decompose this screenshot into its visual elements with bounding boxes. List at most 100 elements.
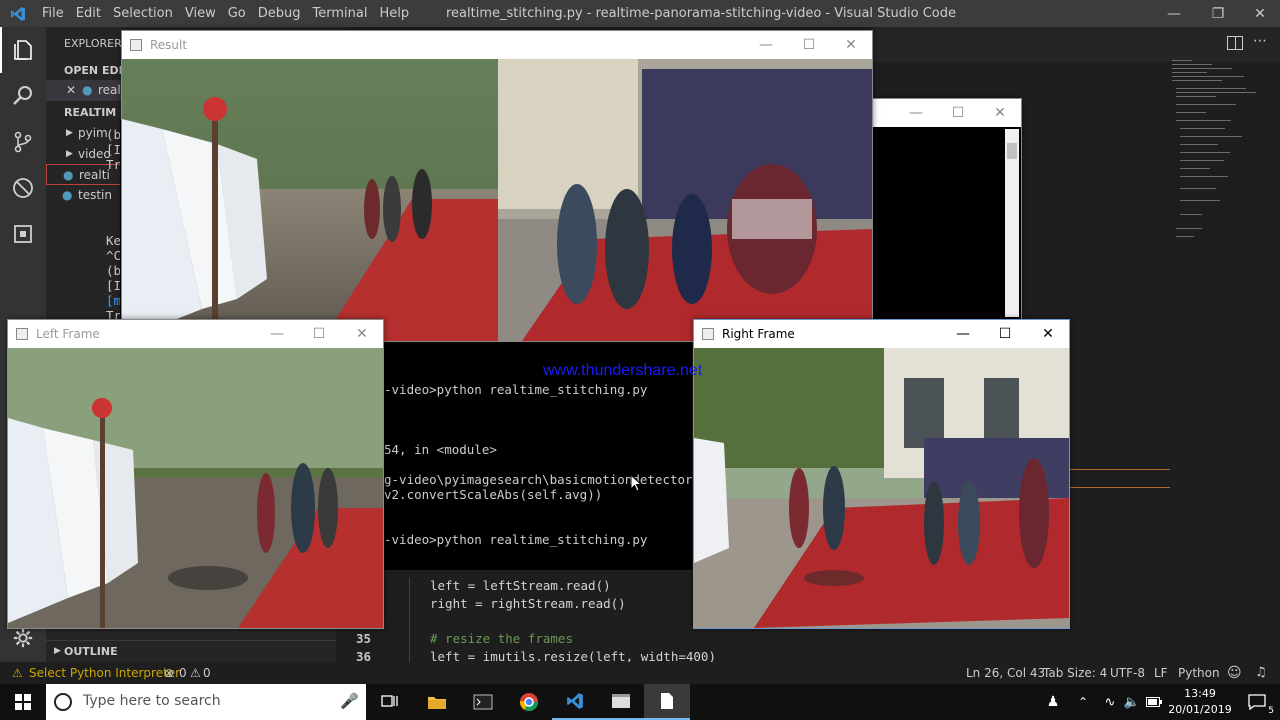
left-close-button[interactable]: ✕ bbox=[351, 324, 373, 344]
warning-triangle-icon: ⚠ bbox=[12, 666, 23, 680]
right-frame-title-bar[interactable]: Right Frame — ☐ ✕ bbox=[694, 320, 1069, 348]
opencv-window-icon[interactable] bbox=[644, 684, 690, 720]
chrome-icon[interactable] bbox=[506, 684, 552, 720]
chevron-right-icon: ▶ bbox=[54, 646, 61, 656]
microphone-icon[interactable]: 🎤 bbox=[340, 692, 359, 710]
taskbar-clock[interactable]: 13:49 20/01/2019 bbox=[1168, 686, 1232, 718]
language-mode[interactable]: Python bbox=[1178, 662, 1220, 684]
warning-icon[interactable]: ⚠ bbox=[190, 662, 201, 684]
maximize-button[interactable]: ❐ bbox=[1196, 0, 1240, 27]
outline-section[interactable]: ▶ OUTLINE bbox=[46, 640, 346, 661]
line-ending[interactable]: LF bbox=[1154, 662, 1168, 684]
menu-selection[interactable]: Selection bbox=[107, 0, 179, 27]
cmd-window[interactable]: — ☐ ✕ bbox=[860, 98, 1022, 320]
windows-start-icon[interactable] bbox=[0, 684, 46, 720]
split-editor-icon[interactable] bbox=[1227, 36, 1243, 50]
right-camera-image bbox=[694, 348, 1069, 628]
taskbar-search-box[interactable]: Type here to search 🎤 bbox=[46, 684, 366, 720]
left-frame-title-bar[interactable]: Left Frame — ☐ ✕ bbox=[8, 320, 383, 348]
python-file-icon: ● bbox=[63, 168, 74, 182]
left-frame-image bbox=[8, 348, 383, 628]
terminal-line: g-video\pyimagesearch\basicmotiondetecto… bbox=[384, 472, 692, 487]
menu-terminal[interactable]: Terminal bbox=[307, 0, 374, 27]
feedback-smiley-icon[interactable]: ☺ bbox=[1227, 662, 1242, 684]
chevron-right-icon: ▶ bbox=[66, 149, 73, 159]
window-title: realtime_stitching.py - realtime-panoram… bbox=[446, 6, 956, 21]
source-control-icon[interactable] bbox=[0, 119, 46, 165]
terminal-line: -video>python realtime_stitching.py bbox=[384, 382, 648, 397]
result-title-bar[interactable]: Result — ☐ ✕ bbox=[122, 31, 872, 59]
debug-icon[interactable] bbox=[0, 165, 46, 211]
right-frame-window[interactable]: Right Frame — ☐ ✕ bbox=[693, 319, 1070, 629]
left-minimize-button[interactable]: — bbox=[266, 324, 288, 344]
select-interpreter-button[interactable]: Select Python Interpreter bbox=[29, 662, 180, 684]
clock-time: 13:49 bbox=[1184, 687, 1216, 700]
close-editor-icon[interactable]: ✕ bbox=[66, 80, 76, 101]
cmd-title-bar: — ☐ ✕ bbox=[861, 99, 1021, 127]
mouse-cursor-icon bbox=[630, 473, 643, 496]
result-maximize-button[interactable]: ☐ bbox=[798, 35, 820, 55]
menu-edit[interactable]: Edit bbox=[70, 0, 107, 27]
file-explorer-icon[interactable] bbox=[414, 684, 460, 720]
cmd-scrollbar[interactable] bbox=[1005, 129, 1019, 317]
editor-decoration-line bbox=[1070, 487, 1170, 488]
cursor-position[interactable]: Ln 26, Col 43 bbox=[966, 662, 1045, 684]
cmd-maximize-button[interactable]: ☐ bbox=[947, 103, 969, 123]
cmd-minimize-button[interactable]: — bbox=[905, 103, 927, 123]
result-close-button[interactable]: ✕ bbox=[840, 35, 862, 55]
minimap[interactable] bbox=[1170, 58, 1260, 258]
indent-guide bbox=[409, 578, 410, 662]
python-file-icon: ● bbox=[82, 83, 93, 97]
left-frame-window[interactable]: Left Frame — ☐ ✕ bbox=[7, 319, 384, 629]
extensions-icon[interactable] bbox=[0, 211, 46, 257]
terminal-window-icon[interactable] bbox=[598, 684, 644, 720]
right-maximize-button[interactable]: ☐ bbox=[994, 324, 1016, 344]
task-view-icon[interactable] bbox=[367, 684, 413, 720]
watermark-text: www.thundershare.net bbox=[543, 362, 703, 379]
result-window[interactable]: Result — ☐ ✕ bbox=[121, 30, 873, 342]
minimize-button[interactable]: — bbox=[1152, 0, 1196, 27]
show-hidden-icons-chevron-icon[interactable]: ⌃ bbox=[1068, 684, 1098, 720]
command-prompt-icon[interactable] bbox=[460, 684, 506, 720]
menu-file[interactable]: File bbox=[36, 0, 70, 27]
menu-view[interactable]: View bbox=[179, 0, 222, 27]
tree-item-label: testin bbox=[78, 188, 112, 202]
title-bar: File Edit Selection View Go Debug Termin… bbox=[0, 0, 1280, 27]
editor-tab-strip: ⋯ bbox=[873, 27, 1280, 62]
chevron-right-icon: ▶ bbox=[66, 128, 73, 138]
menu-debug[interactable]: Debug bbox=[252, 0, 307, 27]
editor-decoration-line bbox=[1070, 469, 1170, 470]
code-line: left = leftStream.read() bbox=[430, 578, 611, 593]
cmd-scrollbar-thumb[interactable] bbox=[1007, 143, 1017, 159]
battery-icon[interactable] bbox=[1140, 684, 1168, 720]
result-window-title: Result bbox=[150, 38, 188, 52]
window-icon bbox=[702, 328, 714, 340]
right-frame-title: Right Frame bbox=[722, 327, 795, 341]
outline-label: OUTLINE bbox=[64, 645, 118, 658]
tab-size[interactable]: Tab Size: 4 bbox=[1043, 662, 1107, 684]
more-actions-icon[interactable]: ⋯ bbox=[1253, 33, 1267, 49]
cmd-close-button[interactable]: ✕ bbox=[989, 103, 1011, 123]
menu-go[interactable]: Go bbox=[222, 0, 252, 27]
warning-count[interactable]: 0 bbox=[203, 662, 211, 684]
terminal-line: 54, in <module> bbox=[384, 442, 497, 457]
right-minimize-button[interactable]: — bbox=[952, 324, 974, 344]
explorer-icon[interactable] bbox=[0, 27, 46, 73]
notifications-bell-icon[interactable]: ♫ bbox=[1255, 662, 1267, 684]
close-button[interactable]: ✕ bbox=[1238, 0, 1280, 27]
window-icon bbox=[16, 328, 28, 340]
action-center-icon[interactable]: 5 bbox=[1234, 684, 1280, 720]
line-number: 35 bbox=[356, 631, 372, 646]
right-frame-image bbox=[694, 348, 1069, 628]
left-maximize-button[interactable]: ☐ bbox=[308, 324, 330, 344]
search-icon[interactable] bbox=[0, 73, 46, 119]
result-minimize-button[interactable]: — bbox=[755, 35, 777, 55]
right-close-button[interactable]: ✕ bbox=[1037, 324, 1059, 344]
vscode-taskbar-icon[interactable] bbox=[552, 684, 598, 720]
menu-help[interactable]: Help bbox=[373, 0, 415, 27]
vscode-logo-icon bbox=[0, 0, 36, 27]
encoding[interactable]: UTF-8 bbox=[1110, 662, 1145, 684]
status-bar: ⚠ Select Python Interpreter ⊗ 0 ⚠ 0 Ln 2… bbox=[0, 662, 1280, 684]
error-icon[interactable]: ⊗ bbox=[164, 662, 174, 684]
error-count[interactable]: 0 bbox=[179, 662, 187, 684]
